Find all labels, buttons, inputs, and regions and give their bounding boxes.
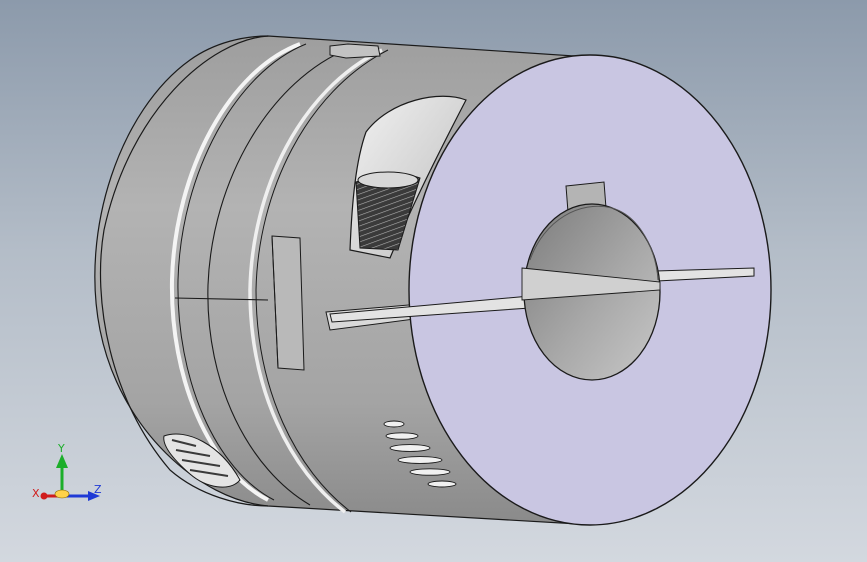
- clamp-screw-head: [357, 171, 419, 189]
- orientation-triad[interactable]: X Y Z: [32, 442, 102, 501]
- cad-graphics-viewport[interactable]: X Y Z: [0, 0, 867, 562]
- triad-origin: [54, 489, 70, 499]
- triad-y-arrow: [56, 454, 68, 468]
- top-key-slot: [329, 43, 381, 59]
- triad-z-label: Z: [94, 483, 102, 496]
- triad-x-label: X: [32, 487, 40, 500]
- coupling-model[interactable]: [94, 35, 772, 526]
- triad-x-arrow: [40, 492, 48, 500]
- triad-y-label: Y: [57, 442, 65, 455]
